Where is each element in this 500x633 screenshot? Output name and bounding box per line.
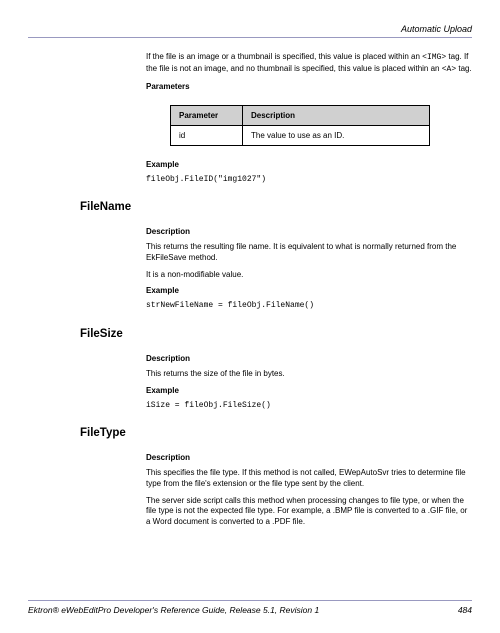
filesize-heading: FileSize [80,328,472,340]
intro-code-img: <IMG> [422,53,446,62]
intro-text-a: If the file is an image or a thumbnail i… [146,52,422,61]
filetype-heading: FileType [80,427,472,439]
filename-desc-label: Description [146,227,472,236]
filesize-desc-label: Description [146,354,472,363]
filesize-code: iSize = fileObj.FileSize() [146,401,472,411]
table-row: id The value to use as an ID. [171,125,430,145]
cell-param: id [171,125,243,145]
filesize-desc: This returns the size of the file in byt… [146,369,472,380]
header-title: Automatic Upload [401,24,472,34]
page-footer: Ektron® eWebEditPro Developer's Referenc… [28,600,472,615]
parameters-label: Parameters [146,82,472,91]
page-header: Automatic Upload [28,24,472,38]
example-code: fileObj.FileID("img1027") [146,175,472,185]
filename-heading: FileName [80,201,472,213]
intro-code-a: <A> [442,65,456,74]
filename-ex-label: Example [146,286,472,295]
example-label: Example [146,160,472,169]
table-header-row: Parameter Description [171,105,430,125]
filename-desc1: This returns the resulting file name. It… [146,242,472,264]
filename-code: strNewFileName = fileObj.FileName() [146,301,472,311]
intro-text-c: tag. [456,64,472,73]
filename-desc2: It is a non-modifiable value. [146,270,472,281]
footer-page-number: 484 [458,605,472,615]
footer-left: Ektron® eWebEditPro Developer's Referenc… [28,605,319,615]
filetype-desc1: This specifies the file type. If this me… [146,468,472,490]
filetype-desc2: The server side script calls this method… [146,496,472,528]
col-description: Description [243,105,430,125]
parameters-table: Parameter Description id The value to us… [170,105,430,146]
cell-desc: The value to use as an ID. [243,125,430,145]
filesize-ex-label: Example [146,386,472,395]
intro-paragraph: If the file is an image or a thumbnail i… [146,52,472,76]
main-content: If the file is an image or a thumbnail i… [28,52,472,528]
filetype-desc-label: Description [146,453,472,462]
col-parameter: Parameter [171,105,243,125]
